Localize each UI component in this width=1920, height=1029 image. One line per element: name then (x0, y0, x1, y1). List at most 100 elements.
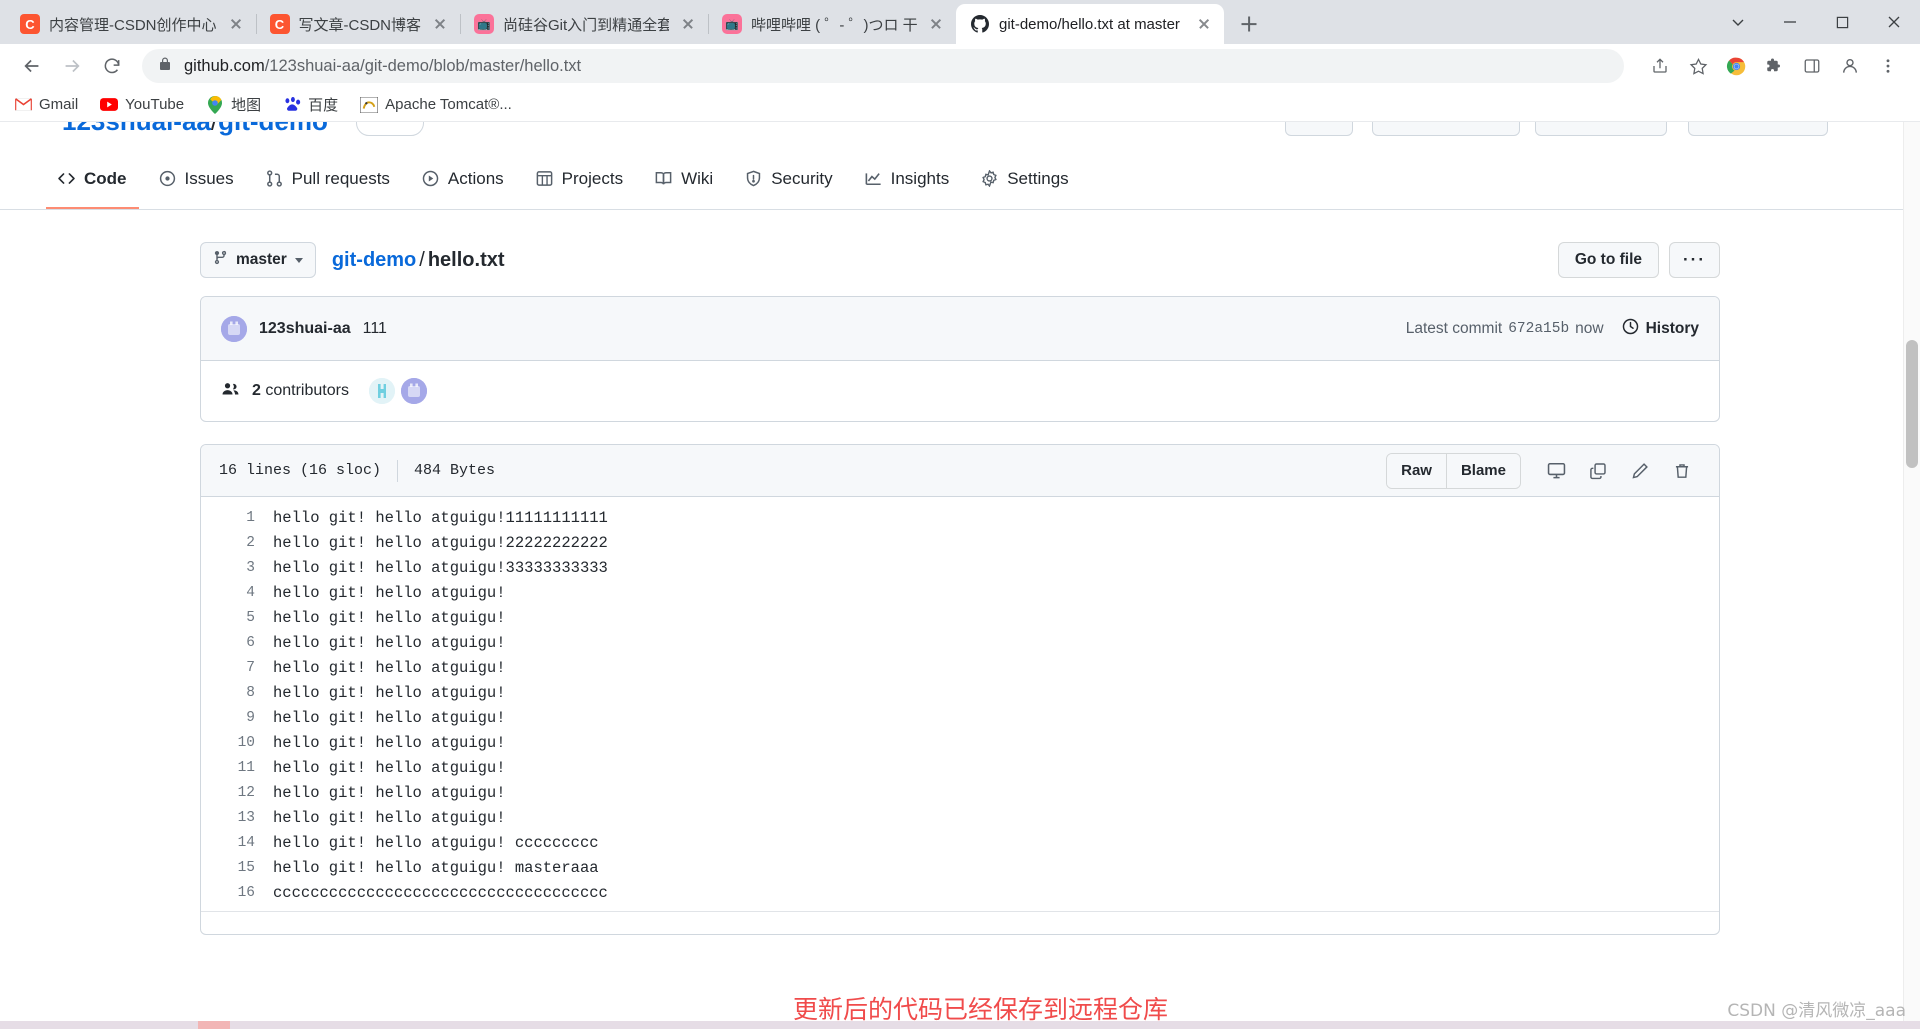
maximize-icon[interactable] (1816, 0, 1868, 44)
repo-tab-settings[interactable]: Settings (969, 149, 1080, 209)
tab-close-icon[interactable] (1194, 14, 1214, 34)
code-line[interactable]: 2 hello git! hello atguigu!22222222222 (201, 530, 1719, 555)
avatar[interactable] (221, 315, 247, 342)
browser-tab-1[interactable]: C 写文章-CSDN博客 (255, 4, 461, 44)
code-line[interactable]: 3 hello git! hello atguigu!33333333333 (201, 555, 1719, 580)
repo-name[interactable]: git-demo (218, 122, 328, 136)
account-icon[interactable] (1832, 48, 1868, 84)
code-line[interactable]: 8 hello git! hello atguigu! (201, 680, 1719, 705)
code-line[interactable]: 4 hello git! hello atguigu! (201, 580, 1719, 605)
code-line[interactable]: 14 hello git! hello atguigu! ccccccccc (201, 830, 1719, 855)
line-number[interactable]: 4 (201, 585, 273, 601)
notifications-button[interactable] (1285, 122, 1353, 136)
line-number[interactable]: 3 (201, 560, 273, 576)
repo-owner[interactable]: 123shuai-aa (62, 122, 211, 136)
line-number[interactable]: 9 (201, 710, 273, 726)
repo-tab-security[interactable]: Security (733, 149, 844, 209)
pencil-icon[interactable] (1621, 454, 1659, 488)
scrollbar-thumb[interactable] (1906, 340, 1918, 468)
line-number[interactable]: 7 (201, 660, 273, 676)
code-line[interactable]: 6 hello git! hello atguigu! (201, 630, 1719, 655)
code-line[interactable]: 15 hello git! hello atguigu! masteraaa (201, 855, 1719, 880)
avatar[interactable] (400, 378, 427, 404)
address-bar[interactable]: github.com/123shuai-aa/git-demo/blob/mas… (142, 49, 1624, 83)
tab-search-icon[interactable] (1712, 0, 1764, 44)
star-button[interactable] (1535, 122, 1667, 136)
commit-author[interactable]: 123shuai-aa (259, 320, 351, 338)
trash-icon[interactable] (1663, 454, 1701, 488)
tab-close-icon[interactable] (678, 14, 698, 34)
line-number[interactable]: 13 (201, 810, 273, 826)
line-number[interactable]: 11 (201, 760, 273, 776)
repo-tab-code[interactable]: Code (46, 149, 139, 209)
code-line[interactable]: 5 hello git! hello atguigu! (201, 605, 1719, 630)
repo-tab-projects[interactable]: Projects (524, 149, 635, 209)
code-line[interactable]: 7 hello git! hello atguigu! (201, 655, 1719, 680)
browser-tab-4-active[interactable]: git-demo/hello.txt at master · (956, 4, 1224, 44)
line-number[interactable]: 1 (201, 510, 273, 526)
line-number[interactable]: 10 (201, 735, 273, 751)
history-link[interactable]: History (1622, 318, 1699, 340)
copy-icon[interactable] (1579, 454, 1617, 488)
new-tab-button[interactable] (1232, 7, 1266, 41)
line-number[interactable]: 15 (201, 860, 273, 876)
minimize-icon[interactable] (1764, 0, 1816, 44)
code-line[interactable]: 10 hello git! hello atguigu! (201, 730, 1719, 755)
bookmark-gmail[interactable]: Gmail (14, 96, 78, 114)
browser-chrome: C 内容管理-CSDN创作中心 C 写文章-CSDN博客 📺 尚硅谷Git入门到… (0, 0, 1920, 122)
code-line[interactable]: 13 hello git! hello atguigu! (201, 805, 1719, 830)
repo-tab-issues[interactable]: Issues (147, 149, 246, 209)
commit-message[interactable]: 111 (363, 320, 387, 338)
branch-selector-button[interactable]: master (200, 242, 316, 278)
sidepanel-icon[interactable] (1794, 48, 1830, 84)
breadcrumb-repo-link[interactable]: git-demo (332, 249, 416, 271)
chrome-profile-icon[interactable] (1718, 48, 1754, 84)
watch-button[interactable] (1688, 122, 1828, 136)
desktop-icon[interactable] (1537, 454, 1575, 488)
go-to-file-button[interactable]: Go to file (1557, 242, 1660, 278)
line-number[interactable]: 2 (201, 535, 273, 551)
repo-tab-actions[interactable]: Actions (410, 149, 516, 209)
code-line[interactable]: 1 hello git! hello atguigu!11111111111 (201, 505, 1719, 530)
taskbar-item[interactable] (198, 1021, 230, 1029)
page-scrollbar[interactable] (1903, 122, 1920, 1029)
more-options-button[interactable]: ··· (1669, 242, 1720, 278)
bookmark-tomcat[interactable]: Apache Tomcat®... (360, 96, 512, 114)
browser-tab-3[interactable]: 📺 哔哩哔哩 ( ゜- ゜)つロ 干杯~-bili (708, 4, 956, 44)
repo-tab-pull-requests[interactable]: Pull requests (254, 149, 402, 209)
repo-tab-insights[interactable]: Insights (853, 149, 962, 209)
code-line[interactable]: 16 cccccccccccccccccccccccccccccccccccc (201, 880, 1719, 905)
line-number[interactable]: 6 (201, 635, 273, 651)
tab-close-icon[interactable] (226, 14, 246, 34)
raw-button[interactable]: Raw (1387, 453, 1446, 488)
star-icon[interactable] (1680, 48, 1716, 84)
line-number[interactable]: 12 (201, 785, 273, 801)
share-icon[interactable] (1642, 48, 1678, 84)
line-number[interactable]: 14 (201, 835, 273, 851)
close-icon[interactable] (1868, 0, 1920, 44)
bookmark-maps[interactable]: 地图 (206, 94, 261, 115)
fork-button[interactable] (1372, 122, 1520, 136)
blame-button[interactable]: Blame (1445, 453, 1520, 488)
avatar[interactable] (368, 378, 395, 404)
menu-icon[interactable] (1870, 48, 1906, 84)
reload-icon[interactable] (94, 48, 130, 84)
contributors-text[interactable]: 2 contributors (252, 382, 349, 400)
code-line[interactable]: 11 hello git! hello atguigu! (201, 755, 1719, 780)
line-number[interactable]: 16 (201, 885, 273, 901)
tab-close-icon[interactable] (430, 14, 450, 34)
bookmark-baidu[interactable]: 百度 (283, 94, 338, 115)
line-number[interactable]: 8 (201, 685, 273, 701)
tab-close-icon[interactable] (926, 14, 946, 34)
bookmark-youtube[interactable]: YouTube (100, 96, 184, 114)
repo-title[interactable]: 123shuai-aa/git-demo (62, 122, 328, 137)
code-line[interactable]: 9 hello git! hello atguigu! (201, 705, 1719, 730)
line-number[interactable]: 5 (201, 610, 273, 626)
repo-tab-wiki[interactable]: Wiki (643, 149, 725, 209)
code-line[interactable]: 12 hello git! hello atguigu! (201, 780, 1719, 805)
browser-tab-2[interactable]: 📺 尚硅谷Git入门到精通全套教程（ (460, 4, 708, 44)
browser-tab-0[interactable]: C 内容管理-CSDN创作中心 (6, 4, 256, 44)
back-icon[interactable] (14, 48, 50, 84)
commit-sha[interactable]: 672a15b (1508, 321, 1569, 337)
extensions-icon[interactable] (1756, 48, 1792, 84)
